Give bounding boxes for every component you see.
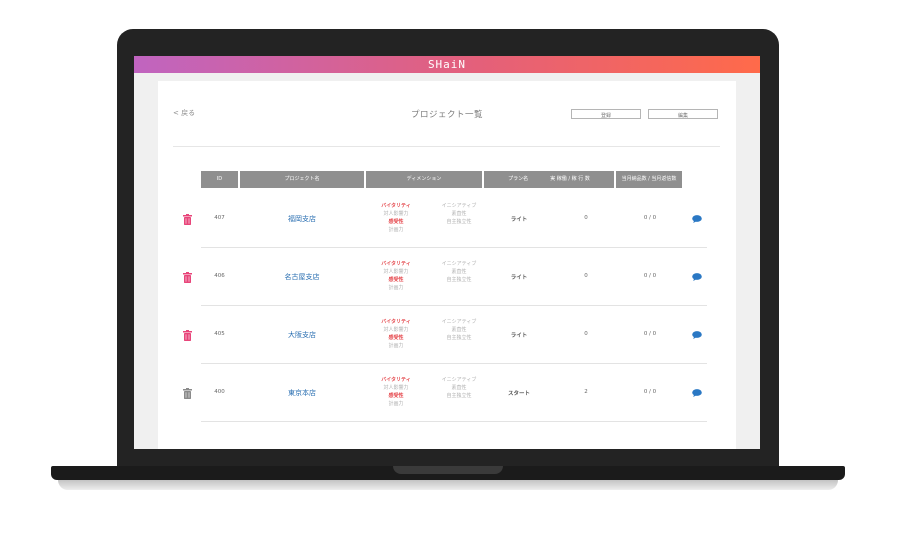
- comment-icon[interactable]: [692, 215, 702, 223]
- dimension-item: バイタリティ: [381, 203, 411, 209]
- dimension-item: 感受性: [388, 277, 404, 283]
- comment-icon[interactable]: [692, 389, 702, 397]
- cell-summary: 0 / 0: [643, 273, 657, 279]
- dimension-secondary: イニシアティブ 素直性自主独立性: [429, 376, 489, 400]
- screen: SHaiN < 戻る プロジェクト一覧 登録 編集 ID プロジェクト名 ディメ…: [134, 56, 760, 449]
- cell-count: 0: [584, 215, 588, 221]
- dimension-item: イニシアティブ: [441, 261, 477, 267]
- cell-id: 406: [214, 273, 225, 279]
- cell-plan: スタート: [507, 391, 530, 397]
- dimension-item: イニシアティブ: [441, 377, 477, 383]
- cell-id: 400: [214, 389, 225, 395]
- table-row: 405 大阪支店 バイタリティ 対人影響力 感受性 計画力 イニシアティブ 素直性 自主独立性ラ…: [183, 306, 707, 364]
- dimension-primary: バイタリティ 対人影響力感受性計画力: [367, 318, 425, 350]
- cell-count: 0: [584, 273, 588, 279]
- dimension-item: 自主独立性: [446, 393, 472, 399]
- main-content: < 戻る プロジェクト一覧 登録 編集 ID プロジェクト名 ディメンション プ…: [158, 81, 736, 449]
- dimension-item: 対人影響力: [383, 385, 409, 391]
- project-name-link[interactable]: 大阪支店: [240, 330, 364, 340]
- table-row: 406 名古屋支店 バイタリティ 対人影響力 感受性 計画力 イニシアティブ 素直性 自主独立性…: [183, 248, 707, 306]
- cell-summary: 0 / 0: [643, 331, 657, 337]
- trash-icon[interactable]: [183, 330, 192, 341]
- cell-count: 2: [584, 389, 588, 395]
- laptop-notch: [393, 466, 503, 474]
- header-name: プロジェクト名: [240, 171, 364, 188]
- cell-plan: ライト: [510, 217, 528, 223]
- edit-button[interactable]: 編集: [648, 109, 718, 119]
- project-name-link[interactable]: 名古屋支店: [240, 272, 364, 282]
- cell-count: 0: [584, 331, 588, 337]
- cell-summary: 0 / 0: [643, 215, 657, 221]
- dimension-item: 対人影響力: [383, 211, 409, 217]
- dimension-secondary: イニシアティブ 素直性自主独立性: [429, 318, 489, 342]
- dimension-item: 感受性: [388, 335, 404, 341]
- dimension-item: バイタリティ: [381, 319, 411, 325]
- table-row: 407 福岡支店 バイタリティ 対人影響力 感受性 計画力 イニシアティブ 素直性 自主独立性ラ…: [183, 190, 707, 248]
- dimension-item: 計画力: [388, 227, 404, 233]
- dimension-item: 素直性: [451, 211, 467, 217]
- cell-id: 405: [214, 331, 225, 337]
- project-name-link[interactable]: 福岡支店: [240, 214, 364, 224]
- dimension-secondary: イニシアティブ 素直性自主独立性: [429, 202, 489, 226]
- dimension-item: 感受性: [388, 393, 404, 399]
- header-plan: プラン名 実 稼働 / 稼 行 数: [484, 171, 614, 188]
- dimension-item: 計画力: [388, 285, 404, 291]
- dimension-item: 計画力: [388, 401, 404, 407]
- dimension-item: バイタリティ: [381, 377, 411, 383]
- dimension-item: 自主独立性: [446, 219, 472, 225]
- cell-plan: ライト: [510, 333, 528, 339]
- dimension-item: イニシアティブ: [441, 319, 477, 325]
- dimension-item: バイタリティ: [381, 261, 411, 267]
- dimension-item: 対人影響力: [383, 327, 409, 333]
- trash-icon[interactable]: [183, 388, 192, 399]
- cell-id: 407: [214, 215, 225, 221]
- dimension-item: イニシアティブ: [441, 203, 477, 209]
- app-header: SHaiN: [134, 56, 760, 73]
- dimension-primary: バイタリティ 対人影響力感受性計画力: [367, 376, 425, 408]
- trash-icon[interactable]: [183, 214, 192, 225]
- dimension-item: 素直性: [451, 327, 467, 333]
- row-divider: [201, 421, 707, 422]
- register-button[interactable]: 登録: [571, 109, 641, 119]
- cell-plan: ライト: [510, 275, 528, 281]
- cell-summary: 0 / 0: [643, 389, 657, 395]
- dimension-primary: バイタリティ 対人影響力感受性計画力: [367, 202, 425, 234]
- trash-icon[interactable]: [183, 272, 192, 283]
- header-summary: 当月納品数 / 当月返信数: [616, 171, 682, 188]
- dimension-item: 対人影響力: [383, 269, 409, 275]
- header-count-label: 実 稼働 / 稼 行 数: [550, 176, 590, 182]
- dimension-item: 自主独立性: [446, 277, 472, 283]
- dimension-item: 素直性: [451, 385, 467, 391]
- dimension-item: 自主独立性: [446, 335, 472, 341]
- dimension-primary: バイタリティ 対人影響力感受性計画力: [367, 260, 425, 292]
- header-id: ID: [201, 171, 238, 188]
- dimension-item: 感受性: [388, 219, 404, 225]
- project-name-link[interactable]: 東京本店: [240, 388, 364, 398]
- comment-icon[interactable]: [692, 331, 702, 339]
- divider: [173, 146, 720, 147]
- dimension-secondary: イニシアティブ 素直性自主独立性: [429, 260, 489, 284]
- laptop-foot: [58, 480, 838, 490]
- comment-icon[interactable]: [692, 273, 702, 281]
- dimension-item: 素直性: [451, 269, 467, 275]
- laptop-mockup: SHaiN < 戻る プロジェクト一覧 登録 編集 ID プロジェクト名 ディメ…: [0, 0, 897, 544]
- table-row: 400 東京本店 バイタリティ 対人影響力 感受性 計画力 イニシアティブ 素直性 自主独立性ス…: [183, 364, 707, 422]
- header-dimension: ディメンション: [366, 171, 482, 188]
- header-plan-label: プラン名: [508, 176, 529, 182]
- dimension-item: 計画力: [388, 343, 404, 349]
